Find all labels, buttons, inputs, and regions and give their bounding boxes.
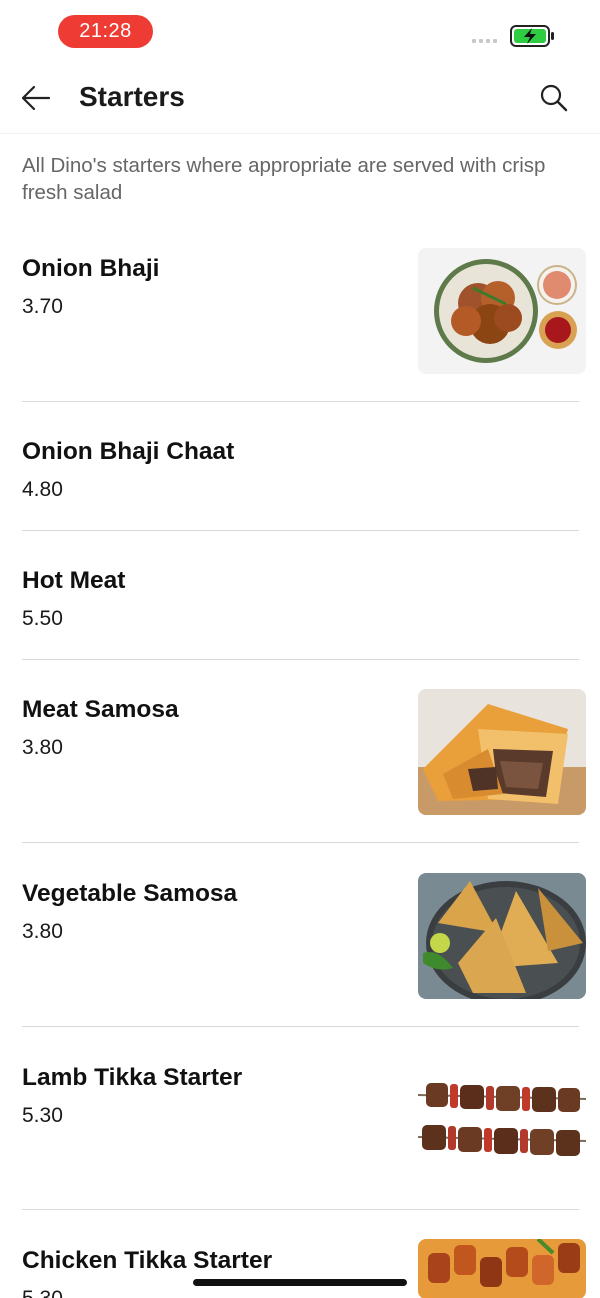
menu-item-price: 5.30	[22, 1104, 63, 1127]
menu-item-hot-meat[interactable]: Hot Meat 5.50	[0, 567, 600, 667]
signal-icon	[472, 39, 497, 43]
menu-item-name: Onion Bhaji Chaat	[22, 438, 235, 465]
menu-item-price: 5.50	[22, 607, 63, 630]
chicken-tikka-photo	[418, 1239, 586, 1298]
status-time: 21:28	[58, 15, 153, 48]
menu-item-price: 5.30	[22, 1287, 63, 1298]
item-divider	[22, 530, 579, 531]
page-title: Starters	[79, 81, 185, 112]
battery-charging-icon	[510, 25, 554, 47]
item-divider	[22, 659, 579, 660]
menu-item-chicken-tikka-starter[interactable]: Chicken Tikka Starter 5.30	[0, 1239, 600, 1298]
search-icon[interactable]	[538, 82, 570, 114]
item-divider	[22, 1209, 579, 1210]
item-divider	[22, 401, 579, 402]
menu-item-meat-samosa[interactable]: Meat Samosa 3.80	[0, 689, 600, 846]
menu-item-name: Meat Samosa	[22, 696, 179, 723]
app-screen: 21:28 Starters All Dino's starters where…	[0, 0, 600, 1298]
menu-item-onion-bhaji[interactable]: Onion Bhaji 3.70	[0, 248, 600, 405]
menu-item-lamb-tikka-starter[interactable]: Lamb Tikka Starter 5.30	[0, 1057, 600, 1214]
menu-item-vegetable-samosa[interactable]: Vegetable Samosa 3.80	[0, 873, 600, 1030]
meat-samosa-photo	[418, 689, 586, 815]
home-indicator[interactable]	[193, 1279, 407, 1286]
app-header: Starters	[0, 64, 600, 134]
item-divider	[22, 1026, 579, 1027]
lamb-tikka-photo	[418, 1057, 586, 1183]
status-bar: 21:28	[0, 0, 600, 64]
menu-item-name: Hot Meat	[22, 567, 126, 594]
menu-item-name: Onion Bhaji	[22, 255, 160, 282]
menu-item-price: 3.80	[22, 736, 63, 759]
category-description: All Dino's starters where appropriate ar…	[22, 154, 546, 204]
menu-item-price: 3.80	[22, 920, 63, 943]
vegetable-samosa-photo	[418, 873, 586, 999]
item-divider	[22, 842, 579, 843]
menu-item-name: Lamb Tikka Starter	[22, 1064, 243, 1091]
arrow-left-icon[interactable]	[20, 84, 52, 112]
menu-item-name: Chicken Tikka Starter	[22, 1247, 273, 1274]
onion-bhaji-photo	[418, 248, 586, 374]
menu-item-price: 3.70	[22, 295, 63, 318]
menu-item-name: Vegetable Samosa	[22, 880, 238, 907]
menu-item-onion-bhaji-chaat[interactable]: Onion Bhaji Chaat 4.80	[0, 438, 600, 538]
menu-item-price: 4.80	[22, 478, 63, 501]
